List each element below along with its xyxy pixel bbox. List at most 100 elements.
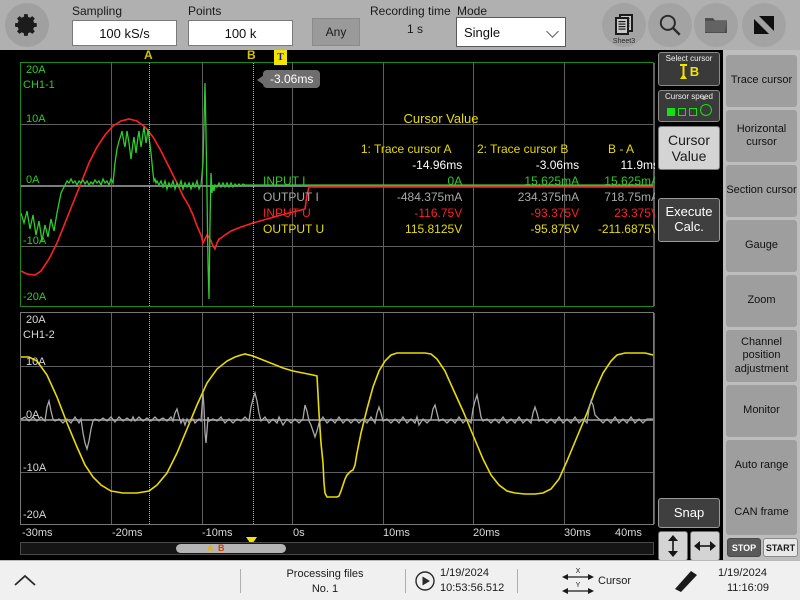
clock-time: 11:16:09 (727, 582, 769, 594)
sidebar-item-channel-position[interactable]: Channel position adjustment (726, 330, 797, 382)
recording-time-value: 1 s (380, 22, 450, 36)
select-cursor-value: B (690, 64, 699, 79)
xtick-6: 30ms (564, 527, 591, 539)
sampling-field[interactable]: 100 kS/s (72, 20, 177, 46)
play-circle-icon[interactable] (415, 571, 435, 591)
search-icon (657, 12, 683, 38)
input-i-cursor-a: 0A (348, 173, 464, 189)
horizontal-scale-button[interactable] (690, 531, 720, 561)
speed-level-1[interactable] (667, 108, 675, 116)
divider (405, 569, 406, 593)
speed-dial-axis-label: x (703, 96, 706, 102)
scroll-mark-a: A (207, 543, 214, 553)
right-sidebar: Select cursor B Cursor speed (655, 50, 800, 560)
arrows-vertical-icon (665, 535, 681, 557)
mode-select[interactable]: Single (456, 17, 566, 47)
trigger-marker[interactable]: T (274, 50, 287, 65)
cursor-a-line[interactable] (149, 63, 150, 306)
cursor-speed-title: Cursor speed (659, 91, 719, 101)
cursor-value-panel: Cursor Value 1: Trace cursor A 2: Trace … (261, 111, 661, 126)
chart-scroll-thumb[interactable]: A B (176, 544, 286, 553)
search-button[interactable] (648, 3, 692, 47)
svg-text:Y: Y (576, 582, 581, 589)
sidebar-item-can-frame[interactable]: CAN frame (726, 490, 797, 535)
sidebar-item-gauge[interactable]: Gauge (726, 220, 797, 272)
cursor-speed-panel[interactable]: Cursor speed x (658, 90, 720, 122)
cursor-b-line[interactable] (253, 63, 254, 306)
cursor-handle-icon (679, 64, 688, 79)
top-toolbar: Sampling 100 kS/s Points 100 k Any Recor… (0, 0, 800, 50)
table-row: OUTPUT I -484.375mA 234.375mA 718.75mA (261, 189, 661, 205)
points-label: Points (188, 4, 221, 18)
sidebar-item-trace-cursor[interactable]: Trace cursor (726, 55, 797, 107)
sidebar-item-zoom[interactable]: Zoom (726, 275, 797, 327)
input-u-cursor-b: -93.375V (464, 205, 581, 221)
row-label-input-i: INPUT I (261, 173, 348, 189)
cursor-a-line-bottom[interactable] (149, 313, 150, 524)
xtick-4: 10ms (383, 527, 410, 539)
stop-button[interactable]: STOP (727, 538, 761, 557)
cursor-b-label[interactable]: B (247, 48, 256, 62)
row-label-output-u: OUTPUT U (261, 221, 348, 237)
speed-level-2[interactable] (678, 108, 686, 116)
eraser-icon[interactable] (673, 569, 699, 593)
output-i-delta: 718.75mA (581, 189, 661, 205)
cursor-xy-icon: X Y (561, 566, 595, 596)
table-row: INPUT I 0A 15.625mA 15.625mA (261, 173, 661, 189)
time-cursor-a: -14.96ms (348, 157, 464, 173)
oscilloscope-app: Sampling 100 kS/s Points 100 k Any Recor… (0, 0, 800, 600)
sidebar-item-horizontal-cursor[interactable]: Horizontal cursor (726, 110, 797, 162)
plot-ch1-1[interactable]: 20A CH1-1 10A 0A -10A -20A Cursor Value … (20, 62, 654, 307)
file-time: 10:53:56.512 (440, 582, 504, 594)
collapse-button[interactable] (12, 573, 38, 594)
plot-ch1-2[interactable]: 20A CH1-2 10A 0A -10A -20A (20, 312, 654, 525)
cursor-value-button[interactable]: Cursor Value (658, 126, 720, 170)
xtick-2: -10ms (202, 527, 233, 539)
clock-date: 1/19/2024 (718, 567, 767, 579)
xtick-7: 40ms (615, 527, 642, 539)
mode-select-value: Single (457, 25, 500, 40)
sidebar-item-monitor[interactable]: Monitor (726, 385, 797, 437)
speed-dial-icon[interactable] (700, 104, 712, 116)
divider (517, 569, 518, 593)
points-field[interactable]: 100 k (188, 20, 293, 46)
row-label-input-u: INPUT U (261, 205, 348, 221)
execute-calc-button[interactable]: Execute Calc. (658, 198, 720, 242)
scroll-mark-b: B (218, 543, 225, 553)
output-u-delta: -211.6875V (581, 221, 661, 237)
recording-time-label: Recording time (370, 4, 451, 18)
sidebar-button-column: Trace cursor Horizontal cursor Section c… (723, 50, 800, 560)
file-date: 1/19/2024 (440, 567, 489, 579)
cursor-b-line-bottom[interactable] (253, 313, 254, 524)
cursor-value-button-line2: Value (672, 148, 707, 164)
settings-button[interactable] (5, 3, 49, 47)
select-cursor-panel[interactable]: Select cursor B (658, 52, 720, 86)
row-label-output-i: OUTPUT I (261, 189, 348, 205)
mode-label: Mode (457, 4, 487, 18)
col-header-delta: B - A (581, 141, 661, 157)
snap-button[interactable]: Snap (658, 498, 720, 528)
sheet-button[interactable]: Sheet3 (602, 3, 646, 47)
speed-level-3[interactable] (689, 108, 697, 116)
start-button[interactable]: START (763, 538, 798, 557)
any-button[interactable]: Any (312, 18, 360, 46)
sidebar-item-section-cursor[interactable]: Section cursor (726, 165, 797, 217)
chart-scrollbar[interactable]: A B (20, 542, 654, 555)
fullscreen-button[interactable] (742, 3, 786, 47)
table-row: OUTPUT U 115.8125V -95.875V -211.6875V (261, 221, 661, 237)
input-i-delta: 15.625mA (581, 173, 661, 189)
select-cursor-title: Select cursor (659, 53, 719, 63)
col-header-cursor-b: 2: Trace cursor B (464, 141, 581, 157)
xtick-5: 20ms (473, 527, 500, 539)
cursor-a-label[interactable]: A (144, 48, 153, 62)
folder-button[interactable] (694, 3, 738, 47)
cursor-value-title: Cursor Value (261, 111, 621, 126)
output-i-cursor-b: 234.375mA (464, 189, 581, 205)
vertical-scale-button[interactable] (658, 531, 688, 561)
status-bar: Processing files No. 1 1/19/2024 10:53:5… (0, 560, 800, 600)
input-i-cursor-b: 15.625mA (464, 173, 581, 189)
sampling-label: Sampling (72, 4, 122, 18)
trace-output-i (21, 393, 653, 449)
divider (240, 569, 241, 593)
xtick-1: -20ms (112, 527, 143, 539)
